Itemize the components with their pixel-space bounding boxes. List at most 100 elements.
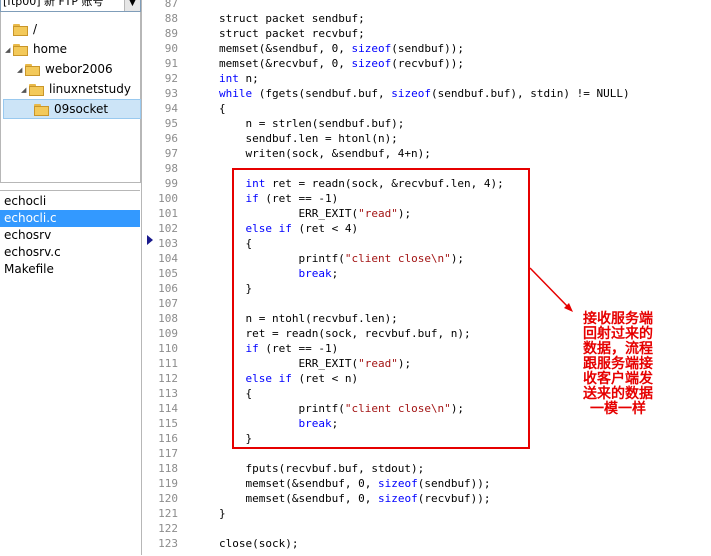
keyword-token: sizeof: [351, 57, 392, 70]
list-item[interactable]: echosrv.c: [0, 244, 140, 261]
annotation-arrow: [529, 267, 573, 312]
line-number: 95: [164, 117, 178, 130]
tree-node-linuxnetstudy[interactable]: ◢ linuxnetstudy: [21, 80, 131, 98]
line-number: 90: [164, 42, 178, 55]
keyword-token: sizeof: [377, 477, 418, 490]
line-number: 100: [158, 192, 178, 205]
tree-node-label: webor2006: [45, 62, 113, 76]
annotation-line: 数据，流程: [583, 341, 653, 357]
annotation-line: 回射过来的: [583, 326, 653, 342]
code-token: n = strlen(sendbuf.buf);: [219, 117, 405, 130]
annotation-text: 接收服务端 回射过来的 数据，流程 跟服务端接 收客户端发 送来的数据 一模一样: [573, 312, 663, 417]
tree-node-label: 09socket: [54, 102, 109, 116]
line-number: 113: [158, 387, 178, 400]
tree-node-webor2006[interactable]: ◢ webor2006: [17, 60, 113, 78]
line-number: 109: [158, 327, 178, 340]
file-browser-panel: [ftp00] 新 FTP 账号 ▼ / ◢ home ◢ webor2006 ◢ l…: [0, 0, 142, 555]
line-number: 110: [158, 342, 178, 355]
tree-node-label: /: [33, 22, 38, 36]
code-line: memset(&recvbuf, 0, sizeof(recvbuf));: [219, 56, 464, 71]
code-line: struct packet sendbuf;: [219, 11, 365, 26]
list-item-selected[interactable]: echocli.c: [0, 210, 140, 227]
code-line: while (fgets(sendbuf.buf, sizeof(sendbuf…: [219, 86, 630, 101]
line-number: 122: [158, 522, 178, 535]
folder-icon: [13, 23, 29, 36]
line-number: 116: [158, 432, 178, 445]
line-number: 111: [158, 357, 178, 370]
current-line-marker-icon: [147, 235, 153, 245]
line-number: 118: [158, 462, 178, 475]
code-line: n = strlen(sendbuf.buf);: [219, 116, 404, 131]
annotation-line: 跟服务端接: [583, 356, 653, 372]
line-number: 101: [158, 207, 178, 220]
folder-icon: [29, 83, 45, 96]
code-token: struct packet recvbuf;: [219, 27, 365, 40]
line-number: 114: [158, 402, 178, 415]
code-token: close(sock);: [219, 537, 299, 550]
line-number: 88: [164, 12, 178, 25]
tree-node-home[interactable]: ◢ home: [5, 40, 67, 58]
chevron-down-icon[interactable]: ▼: [124, 0, 140, 11]
folder-tree: / ◢ home ◢ webor2006 ◢ linuxnetstudy 09sock…: [0, 12, 141, 183]
keyword-token: sizeof: [377, 492, 418, 505]
folder-icon: [25, 63, 41, 76]
folder-icon: [34, 103, 50, 116]
annotation-line: 一模一样: [590, 401, 646, 417]
expand-arrow-icon[interactable]: ◢: [21, 81, 29, 99]
code-token: struct packet sendbuf;: [219, 12, 365, 25]
code-token: (sendbuf));: [391, 42, 465, 55]
list-item[interactable]: echocli: [0, 193, 140, 210]
list-item[interactable]: echosrv: [0, 227, 140, 244]
file-list: echocli echocli.c echosrv echosrv.c Make…: [0, 190, 140, 556]
line-number: 106: [158, 282, 178, 295]
line-number: 123: [158, 537, 178, 550]
code-line: memset(&sendbuf, 0, sizeof(sendbuf));: [219, 476, 490, 491]
code-line: sendbuf.len = htonl(n);: [219, 131, 397, 146]
code-line: writen(sock, &sendbuf, 4+n);: [219, 146, 431, 161]
code-line: memset(&sendbuf, 0, sizeof(sendbuf));: [219, 41, 464, 56]
keyword-token: int: [219, 72, 239, 85]
code-token: }: [219, 507, 226, 520]
code-line: close(sock);: [219, 536, 298, 551]
code-token: (recvbuf));: [417, 492, 491, 505]
code-line: }: [219, 506, 226, 521]
line-number: 108: [158, 312, 178, 325]
line-number: 102: [158, 222, 178, 235]
code-token: n;: [238, 72, 259, 85]
keyword-token: while: [219, 87, 253, 100]
list-item[interactable]: Makefile: [0, 261, 140, 278]
keyword-token: sizeof: [391, 87, 431, 100]
site-combo[interactable]: [ftp00] 新 FTP 账号 ▼: [0, 0, 141, 12]
line-number-gutter: 87 88 89 90 91 92 93 94 95 96 97 98 99 100 101 102 103 10…: [142, 0, 182, 555]
highlight-box: [232, 168, 530, 449]
code-token: (sendbuf.buf), stdin) != NULL): [430, 87, 630, 100]
code-token: (recvbuf));: [391, 57, 465, 70]
line-number: 93: [164, 87, 178, 100]
annotation-line: 接收服务端: [583, 311, 653, 327]
code-token: memset(&recvbuf, 0,: [219, 57, 352, 70]
line-number: 92: [164, 72, 178, 85]
code-line: {: [219, 101, 226, 116]
code-token: memset(&sendbuf, 0,: [219, 42, 352, 55]
line-number: 91: [164, 57, 178, 70]
expand-arrow-icon[interactable]: ◢: [17, 61, 25, 79]
line-number: 89: [164, 27, 178, 40]
tree-node-label: home: [33, 42, 68, 56]
code-token: fputs(recvbuf.buf, stdout);: [219, 462, 425, 475]
annotation-line: 送来的数据: [583, 386, 653, 402]
line-number: 121: [158, 507, 178, 520]
line-number: 97: [164, 147, 178, 160]
code-token: memset(&sendbuf, 0,: [219, 477, 378, 490]
line-number: 96: [164, 132, 178, 145]
site-combo-label: [ftp00] 新 FTP 账号: [3, 0, 104, 8]
folder-icon: [13, 43, 29, 56]
expand-arrow-icon[interactable]: ◢: [5, 41, 13, 59]
annotation-line: 收客户端发: [583, 371, 653, 387]
tree-node-09socket[interactable]: 09socket: [3, 99, 141, 119]
line-number: 117: [158, 447, 178, 460]
tree-node-root[interactable]: /: [5, 20, 37, 38]
line-number: 105: [158, 267, 178, 280]
code-token: writen(sock, &sendbuf, 4+n);: [219, 147, 431, 160]
line-number: 107: [158, 297, 178, 310]
code-line: memset(&sendbuf, 0, sizeof(recvbuf));: [219, 491, 491, 506]
